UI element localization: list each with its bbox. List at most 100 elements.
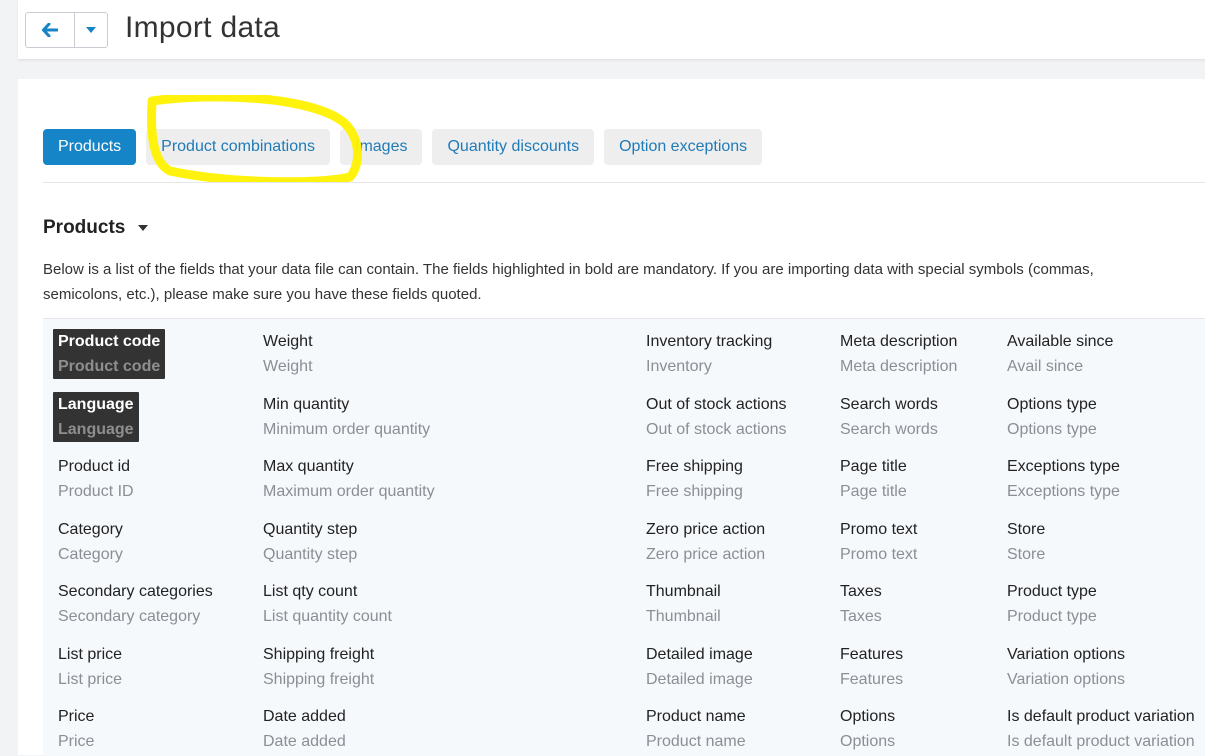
field-item: Out of stock actions Out of stock actions xyxy=(646,392,787,442)
field-item: Available since Avail since xyxy=(1007,329,1113,379)
field-name: Variation options xyxy=(1007,645,1125,663)
field-name: Product id xyxy=(58,458,131,475)
field-alias: Variation options xyxy=(1007,670,1125,688)
field-name: Quantity step xyxy=(263,520,358,538)
arrow-left-icon xyxy=(42,23,58,37)
field-name: Options type xyxy=(1007,395,1097,413)
field-name: Date added xyxy=(263,708,346,725)
field-alias: Date added xyxy=(263,733,346,750)
field-alias: Secondary category xyxy=(58,608,201,625)
field-item: Category Category xyxy=(58,517,123,567)
field-item: Options Options xyxy=(840,704,895,754)
field-name: Free shipping xyxy=(646,458,743,475)
field-alias: Maximum order quantity xyxy=(263,483,435,500)
field-alias: Price xyxy=(58,733,95,750)
field-item: Shipping freight Shipping freight xyxy=(263,642,374,692)
tab-product-combinations[interactable]: Product combinations xyxy=(146,129,330,165)
field-alias: Meta description xyxy=(840,358,958,375)
field-item: Zero price action Zero price action xyxy=(646,517,765,567)
field-name: Inventory tracking xyxy=(646,333,773,350)
field-item: Free shipping Free shipping xyxy=(646,454,743,504)
field-name: Max quantity xyxy=(263,458,354,475)
field-alias: Store xyxy=(1007,545,1046,563)
field-name: Taxes xyxy=(840,583,882,600)
field-alias: Quantity step xyxy=(263,545,358,563)
field-alias: Avail since xyxy=(1007,358,1084,375)
caret-down-icon xyxy=(138,225,149,231)
caret-down-icon xyxy=(86,27,96,33)
field-item: Weight Weight xyxy=(263,329,313,379)
field-alias: Features xyxy=(840,670,904,688)
tabs-divider xyxy=(43,182,1205,183)
field-item: Max quantity Maximum order quantity xyxy=(263,454,435,504)
field-item: Min quantity Minimum order quantity xyxy=(263,392,430,442)
field-alias: Free shipping xyxy=(646,483,743,500)
field-name: Features xyxy=(840,645,904,663)
field-alias: Taxes xyxy=(840,608,882,625)
section-description: Below is a list of the fields that your … xyxy=(43,257,1205,307)
field-alias: Promo text xyxy=(840,545,918,563)
field-alias: Thumbnail xyxy=(646,608,721,625)
field-name: Detailed image xyxy=(646,645,753,663)
tab-quantity-discounts[interactable]: Quantity discounts xyxy=(432,129,595,165)
field-name: Thumbnail xyxy=(646,583,721,600)
section-title: Products xyxy=(43,217,126,238)
field-alias: Product name xyxy=(646,733,746,750)
field-name: Out of stock actions xyxy=(646,395,787,413)
field-item: Search words Search words xyxy=(840,392,938,442)
field-alias: Is default product variation xyxy=(1007,733,1195,750)
field-item: List qty count List quantity count xyxy=(263,579,392,629)
field-name: Min quantity xyxy=(263,395,350,413)
field-item: Product id Product ID xyxy=(58,454,134,504)
history-dropdown-button[interactable] xyxy=(75,12,108,48)
field-item: Page title Page title xyxy=(840,454,907,504)
field-name: Promo text xyxy=(840,520,918,538)
top-bar: Import data xyxy=(18,0,1205,60)
navigation-button-group xyxy=(25,12,108,48)
field-item: Language Language xyxy=(53,391,139,442)
field-name: List price xyxy=(58,645,123,663)
field-alias: Out of stock actions xyxy=(646,420,787,438)
field-item: Options type Options type xyxy=(1007,392,1097,442)
field-name: Meta description xyxy=(840,333,958,350)
field-item: Date added Date added xyxy=(263,704,346,754)
field-name: Weight xyxy=(263,333,313,350)
field-item: Secondary categories Secondary category xyxy=(58,579,213,629)
tab-option-exceptions[interactable]: Option exceptions xyxy=(604,129,763,165)
back-button[interactable] xyxy=(25,12,75,48)
field-alias: Weight xyxy=(263,358,313,375)
field-item: Taxes Taxes xyxy=(840,579,882,629)
field-alias: Product ID xyxy=(58,483,134,500)
field-item: Detailed image Detailed image xyxy=(646,642,753,692)
field-alias: Page title xyxy=(840,483,907,500)
tab-products[interactable]: Products xyxy=(43,129,137,165)
section-header[interactable]: Products xyxy=(43,217,149,239)
field-name: Available since xyxy=(1007,333,1114,350)
field-alias: Zero price action xyxy=(646,545,766,563)
import-type-tabs: Products Product combinations Images Qua… xyxy=(43,129,772,165)
field-alias: Detailed image xyxy=(646,670,753,688)
field-name: Product name xyxy=(646,708,746,725)
tab-images[interactable]: Images xyxy=(340,129,423,165)
field-item: List price List price xyxy=(58,642,122,692)
import-panel: Products Product combinations Images Qua… xyxy=(18,79,1205,756)
field-item: Promo text Promo text xyxy=(840,517,917,567)
field-name: Category xyxy=(58,520,123,538)
field-item: Product code Product code xyxy=(53,329,166,379)
field-item: Features Features xyxy=(840,642,903,692)
field-name: Zero price action xyxy=(646,520,766,538)
description-line-1: Below is a list of the fields that your … xyxy=(43,261,1094,278)
field-item: Is default product variation Is default p… xyxy=(1007,704,1195,754)
field-item: Inventory tracking Inventory xyxy=(646,329,772,379)
field-item: Quantity step Quantity step xyxy=(263,517,357,567)
field-name: Secondary categories xyxy=(58,583,213,600)
field-alias: Inventory xyxy=(646,358,712,375)
field-name: Page title xyxy=(840,458,907,475)
fields-list: Product code Product code Language Language… xyxy=(43,318,1205,756)
field-item: Store Store xyxy=(1007,517,1045,567)
field-alias: List quantity count xyxy=(263,608,392,625)
field-alias: Product type xyxy=(1007,608,1097,625)
field-item: Thumbnail Thumbnail xyxy=(646,579,721,629)
field-alias: Options type xyxy=(1007,420,1097,438)
field-name: Price xyxy=(58,708,95,725)
